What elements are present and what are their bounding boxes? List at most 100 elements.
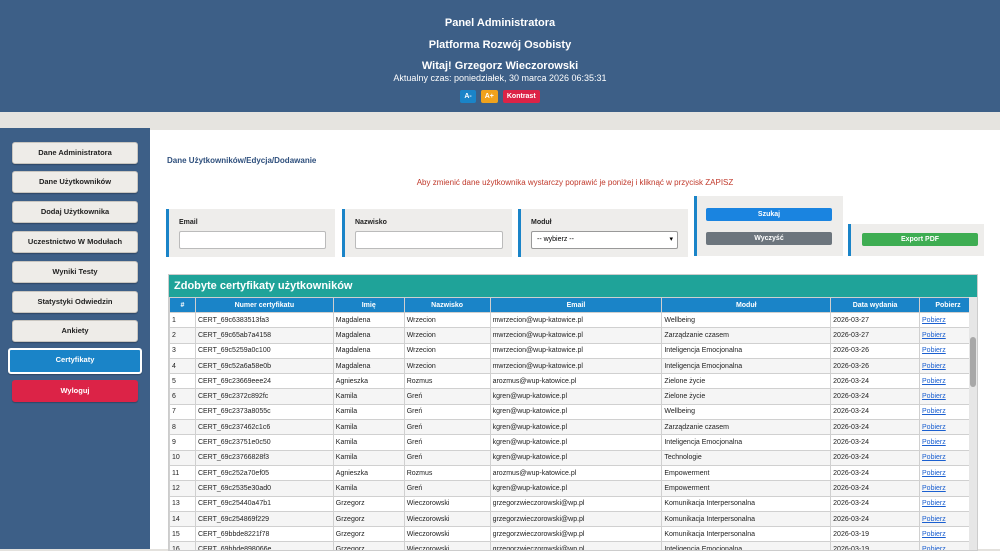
sidebar-item-surveys[interactable]: Ankiety [12,320,138,342]
cell-email: kgren@wup-katowice.pl [489,403,663,421]
cell-module: Komunikacja Interpersonalna [661,510,832,528]
cell-cert-number: CERT_69c254869f229 [194,510,334,528]
cell-module: Inteligencja Emocjonalna [661,342,832,359]
download-link[interactable]: Pobierz [922,500,946,507]
table-row: 13 CERT_69c25440a47b1 Grzegorz Wieczorowski… [169,495,977,512]
font-increase-button[interactable]: A+ [480,90,498,103]
cell-module: Zielone życie [661,373,832,390]
sidebar-item-admin-data[interactable]: Dane Administratora [12,142,138,164]
download-link[interactable]: Pobierz [922,408,946,415]
cell-email: grzegorzwieczorowski@wp.pl [489,526,663,543]
cell-download: Pobierz [919,434,977,451]
cell-module: Zielone życie [661,388,832,405]
cell-email: kgren@wup-katowice.pl [489,480,663,497]
table-row: 6 CERT_69c2372c892fc Kamila Greń kgren@wup-k… [169,388,977,405]
sidebar-item-module-participation[interactable]: Uczestnictwo W Modułach [12,231,138,253]
sidebar-item-users-data[interactable]: Dane Użytkowników [12,171,138,193]
cell-index: 5 [169,373,196,390]
col-header-email: Email [489,297,663,313]
sidebar-item-add-user[interactable]: Dodaj Użytkownika [12,201,138,223]
cell-first-name: Kamila [332,449,405,466]
table-scrollbar[interactable] [969,297,977,550]
surname-field[interactable] [355,231,503,249]
logout-button[interactable]: Wyloguj [12,380,138,402]
cell-date: 2026-03-24 [830,388,921,405]
cell-index: 16 [169,541,196,550]
sidebar-item-test-results[interactable]: Wyniki Testy [12,261,138,283]
download-link[interactable]: Pobierz [922,332,946,339]
download-link[interactable]: Pobierz [922,424,946,431]
scrollbar-thumb[interactable] [970,337,976,387]
cell-surname: Rozmus [403,373,491,390]
cell-surname: Wrzecion [403,311,491,329]
font-decrease-button[interactable]: A- [460,90,476,103]
table-row: 5 CERT_69c23669eee24 Agnieszka Rozmus arozmu… [169,373,977,390]
cell-date: 2026-03-24 [830,403,921,421]
cell-cert-number: CERT_69c52a6a58e0b [194,357,334,375]
download-link[interactable]: Pobierz [922,347,946,354]
download-link[interactable]: Pobierz [922,393,946,400]
download-link[interactable]: Pobierz [922,531,946,538]
cell-index: 12 [169,480,196,497]
table-row: 2 CERT_69c65ab7a4158 Magdalena Wrzecion mwrz… [169,327,977,344]
cell-cert-number: CERT_69c2372c892fc [194,388,334,405]
cell-cert-number: CERT_69c23669eee24 [194,373,334,390]
cell-index: 6 [169,388,196,405]
accessibility-toolbar: A- A+ Kontrast [0,90,1000,103]
col-header-cert-number: Numer certyfikatu [194,297,334,313]
module-select[interactable]: -- wybierz -- ▾ [531,231,678,249]
download-link[interactable]: Pobierz [922,439,946,446]
cell-surname: Rozmus [403,464,491,482]
cell-cert-number: CERT_69c2373a8055c [194,403,334,421]
contrast-button[interactable]: Kontrast [502,90,540,103]
cell-download: Pobierz [919,403,977,421]
cell-surname: Greń [403,480,491,497]
download-link[interactable]: Pobierz [922,454,946,461]
col-header-index: # [169,297,196,313]
certificates-table-container: Zdobyte certyfikaty użytkowników # Numer… [168,274,978,551]
current-time: Aktualny czas: poniedziałek, 30 marca 20… [393,73,607,83]
cell-first-name: Magdalena [332,327,405,344]
table-row: 11 CERT_69c252a70ef05 Agnieszka Rozmus arozm… [169,464,977,482]
cell-download: Pobierz [919,373,977,390]
cell-first-name: Kamila [332,480,405,497]
cell-index: 7 [169,403,196,421]
download-link[interactable]: Pobierz [922,470,946,477]
email-field[interactable] [179,231,326,249]
cell-index: 1 [169,311,196,329]
sidebar-item-certificates[interactable]: Certyfikaty [8,348,142,374]
cell-download: Pobierz [919,464,977,482]
download-link[interactable]: Pobierz [922,516,946,523]
surname-filter-panel: Nazwisko [342,209,512,257]
sidebar-item-visit-stats[interactable]: Statystyki Odwiedzin [12,291,138,313]
cell-module: Inteligencja Emocjonalna [661,434,832,451]
cell-cert-number: CERT_69c65ab7a4158 [194,327,334,344]
platform-name: Platforma Rozwój Osobisty [428,39,572,51]
cell-surname: Wrzecion [403,357,491,375]
table-row: 16 CERT_69bbde898066e Grzegorz Wieczorowski… [169,541,977,550]
cell-cert-number: CERT_69c25440a47b1 [194,495,334,512]
panel-title: Panel Administratora [444,17,556,29]
download-link[interactable]: Pobierz [922,363,946,370]
table-row: 1 CERT_69c6383513fa3 Magdalena Wrzecion mwrz… [169,311,977,329]
col-header-download: Pobierz [919,297,977,313]
cell-email: kgren@wup-katowice.pl [489,419,663,436]
download-link[interactable]: Pobierz [922,485,946,492]
main-content: Dane Użytkowników/Edycja/Dodawanie Aby z… [150,130,1000,551]
download-link[interactable]: Pobierz [922,317,946,324]
cell-index: 11 [169,464,196,482]
cell-date: 2026-03-24 [830,449,921,466]
table-header-row: # Numer certyfikatu Imię Nazwisko Email … [169,297,977,313]
email-label: Email [179,219,198,226]
cell-date: 2026-03-19 [830,526,921,543]
cell-surname: Wieczorowski [403,495,491,512]
search-button[interactable]: Szukaj [706,208,832,221]
cell-index: 4 [169,357,196,375]
cell-first-name: Kamila [332,403,405,421]
cell-download: Pobierz [919,388,977,405]
download-link[interactable]: Pobierz [922,378,946,385]
cell-first-name: Magdalena [332,357,405,375]
clear-button[interactable]: Wyczyść [706,232,832,245]
cell-email: mwrzecion@wup-katowice.pl [489,357,663,375]
export-pdf-button[interactable]: Export PDF [862,233,978,246]
